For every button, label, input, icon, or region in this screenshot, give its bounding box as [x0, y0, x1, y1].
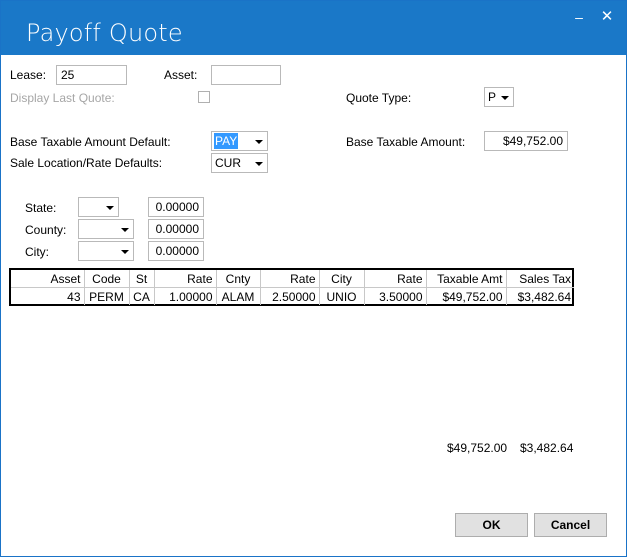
minimize-icon[interactable]: –: [571, 9, 587, 25]
sale-location-value: CUR: [215, 156, 241, 170]
col-header-city-rate[interactable]: Rate: [364, 270, 427, 288]
cell-state-rate: 1.00000: [154, 287, 217, 305]
cancel-button[interactable]: Cancel: [534, 513, 607, 537]
lease-label: Lease:: [10, 68, 47, 82]
base-taxable-default-value: PAY: [214, 133, 239, 149]
chevron-down-icon: [255, 140, 263, 144]
col-header-sales-tax[interactable]: Sales Tax: [506, 270, 574, 288]
state-value: [81, 199, 83, 215]
total-taxable-amount: $49,752.00: [447, 441, 508, 455]
county-value: [81, 221, 83, 237]
title-bar: Payoff Quote – ✕: [1, 1, 626, 55]
chevron-down-icon: [501, 96, 509, 100]
base-taxable-amount-input[interactable]: $49,752.00: [484, 131, 568, 151]
state-label: State:: [25, 201, 57, 215]
asset-input[interactable]: [211, 65, 281, 85]
grid-header-row: Asset Code St Rate Cnty Rate City Rate T…: [11, 270, 574, 288]
sale-location-label: Sale Location/Rate Defaults:: [10, 156, 163, 170]
asset-label: Asset:: [164, 68, 198, 82]
chevron-down-icon: [121, 250, 129, 254]
cell-code: PERM: [84, 287, 130, 305]
chevron-down-icon: [106, 206, 114, 210]
city-select[interactable]: [78, 241, 134, 261]
quote-type-label: Quote Type:: [346, 91, 412, 105]
county-select[interactable]: [78, 219, 134, 239]
cell-asset: 43: [11, 287, 85, 305]
state-select[interactable]: [78, 197, 119, 217]
city-label: City:: [25, 245, 49, 259]
window-title: Payoff Quote: [26, 19, 183, 47]
col-header-county[interactable]: Cnty: [216, 270, 261, 288]
chevron-down-icon: [121, 228, 129, 232]
cell-state: CA: [129, 287, 155, 305]
cell-county: ALAM: [216, 287, 261, 305]
lease-input[interactable]: 25: [56, 65, 127, 85]
col-header-code[interactable]: Code: [84, 270, 130, 288]
cell-taxable-amt: $49,752.00: [426, 287, 507, 305]
col-header-state[interactable]: St: [129, 270, 155, 288]
chevron-down-icon: [255, 162, 263, 166]
cell-city-rate: 3.50000: [364, 287, 427, 305]
cell-county-rate: 2.50000: [260, 287, 320, 305]
close-icon[interactable]: ✕: [599, 9, 615, 25]
city-rate-input[interactable]: 0.00000: [148, 241, 204, 261]
total-sales-tax: $3,482.64: [520, 441, 574, 455]
base-taxable-default-label: Base Taxable Amount Default:: [10, 135, 171, 149]
col-header-state-rate[interactable]: Rate: [154, 270, 217, 288]
ok-button[interactable]: OK: [455, 513, 528, 537]
quote-type-select[interactable]: P: [484, 87, 514, 107]
table-row[interactable]: 43 PERM CA 1.00000 ALAM 2.50000 UNIO 3.5…: [11, 287, 574, 305]
quote-type-value: P: [488, 90, 497, 104]
base-taxable-amount-label: Base Taxable Amount:: [346, 135, 466, 149]
tax-grid[interactable]: Asset Code St Rate Cnty Rate City Rate T…: [9, 268, 574, 306]
col-header-city[interactable]: City: [319, 270, 365, 288]
payoff-quote-window: Payoff Quote – ✕ Lease: 25 Asset: Displa…: [0, 0, 627, 557]
state-rate-input[interactable]: 0.00000: [148, 197, 204, 217]
display-last-quote-checkbox[interactable]: [198, 91, 210, 103]
county-rate-input[interactable]: 0.00000: [148, 219, 204, 239]
cell-sales-tax: $3,482.64: [517, 289, 571, 304]
sale-location-select[interactable]: CUR: [211, 153, 268, 173]
base-taxable-default-select[interactable]: PAY: [211, 131, 268, 151]
county-label: County:: [25, 223, 67, 237]
col-header-county-rate[interactable]: Rate: [260, 270, 320, 288]
display-last-quote-label: Display Last Quote:: [10, 91, 115, 105]
col-header-asset[interactable]: Asset: [11, 270, 85, 288]
cell-city: UNIO: [319, 287, 365, 305]
city-value: [81, 243, 83, 259]
col-header-taxable-amt[interactable]: Taxable Amt: [426, 270, 507, 288]
